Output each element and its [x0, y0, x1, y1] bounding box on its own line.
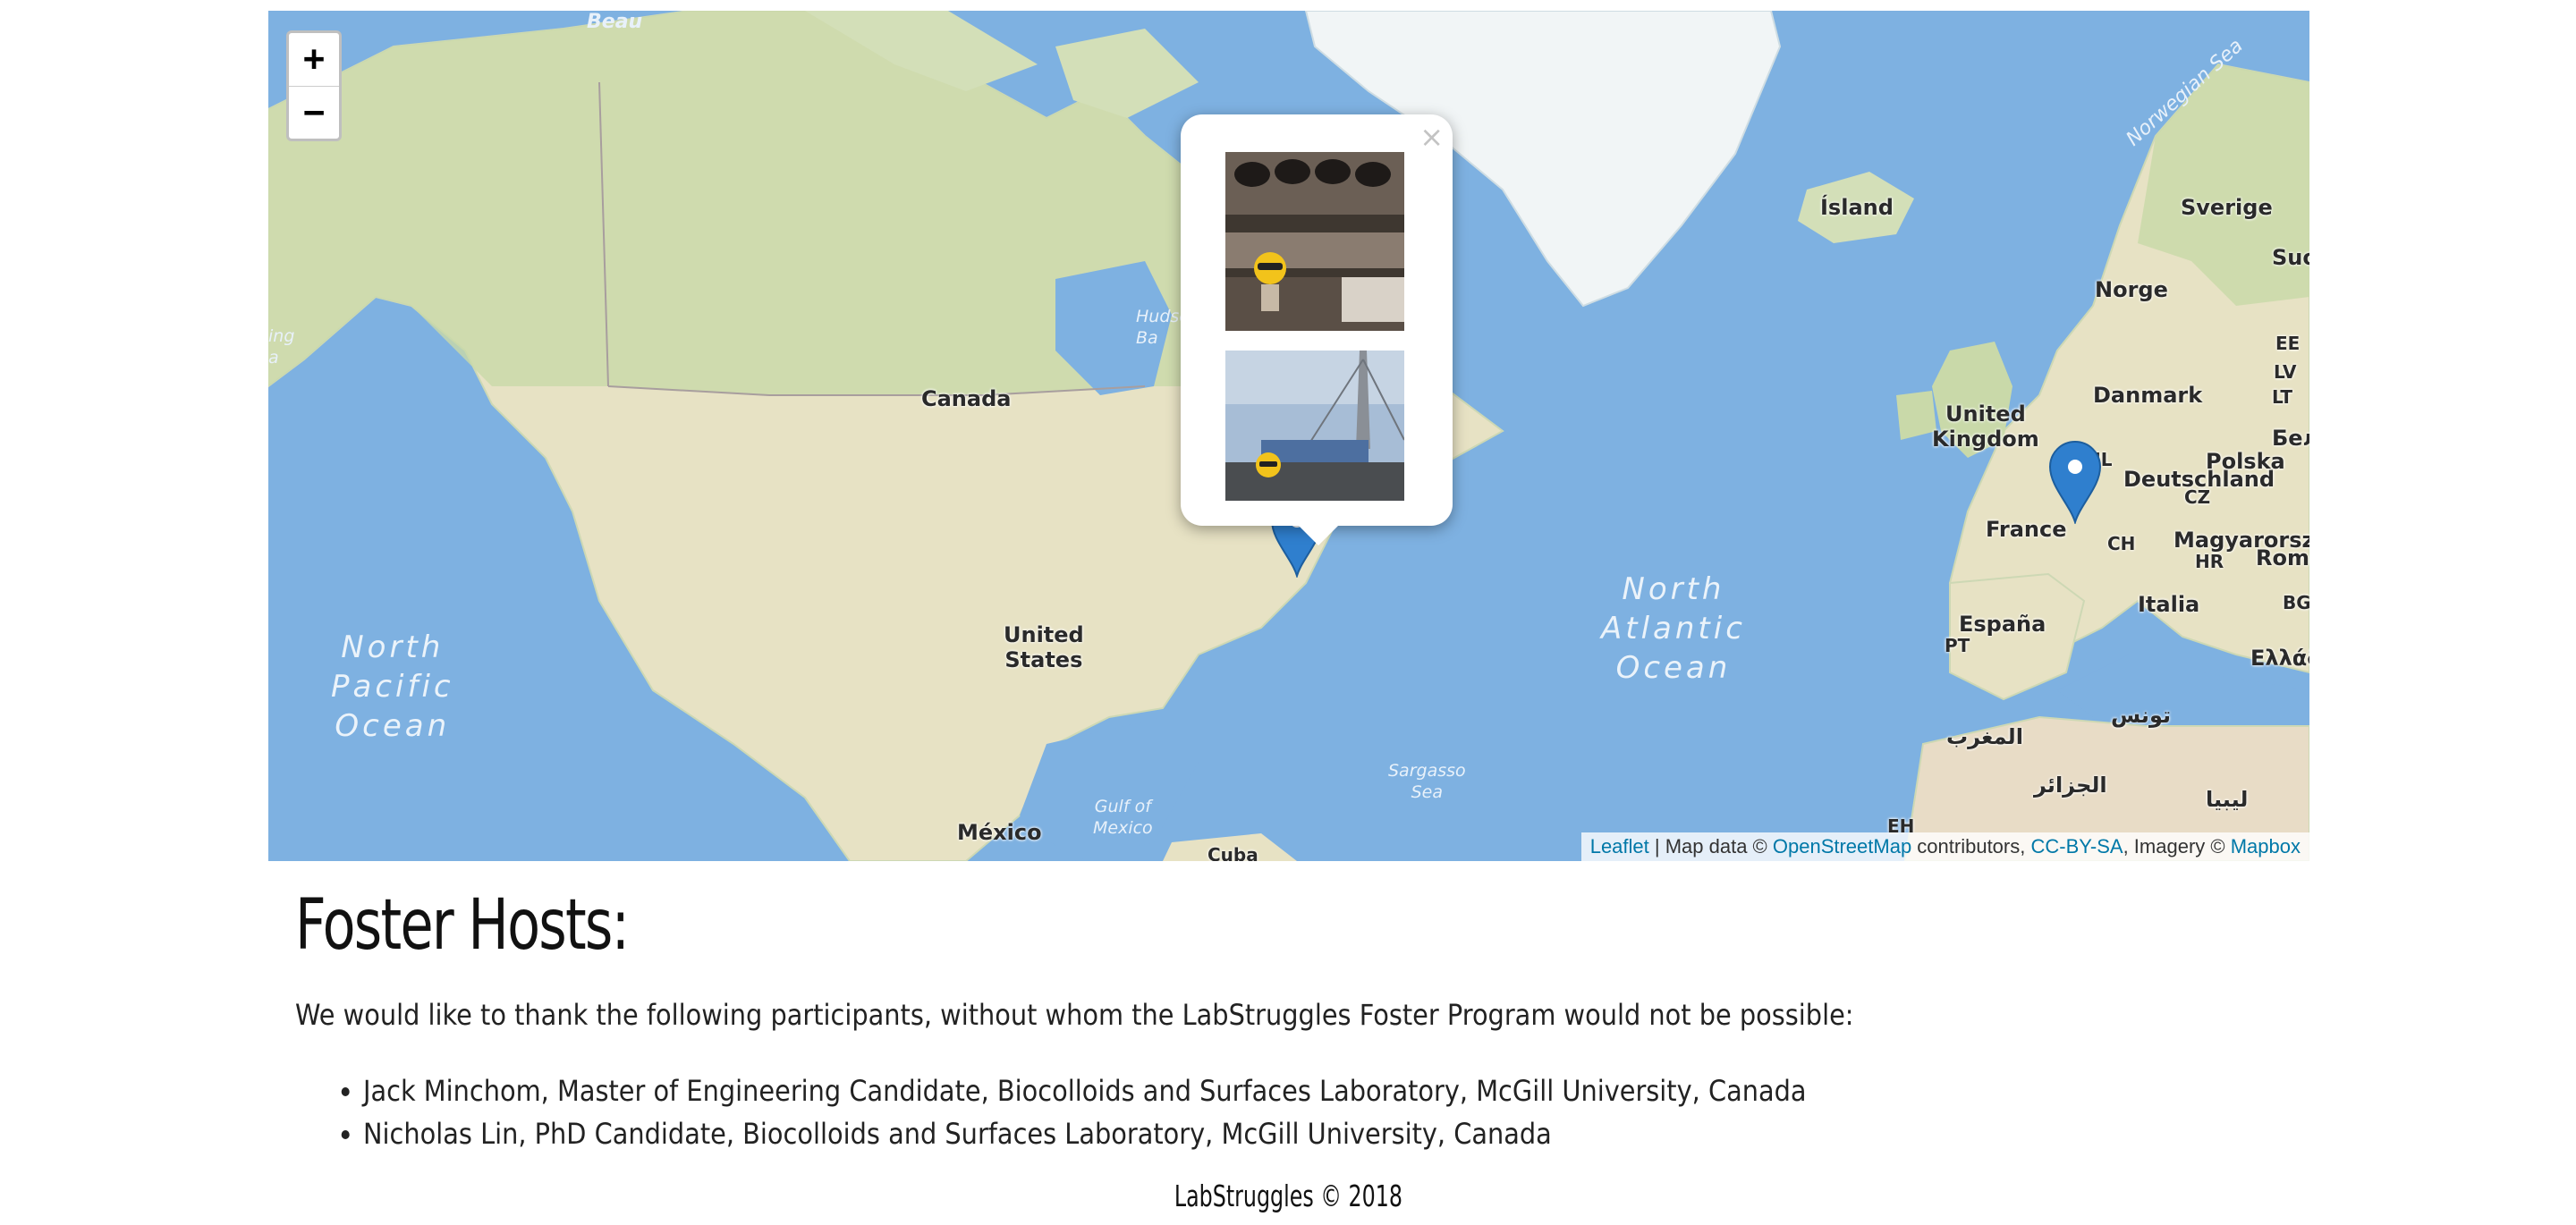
map-label-lt: LT: [2272, 386, 2293, 408]
hosts-list: Jack Minchom, Master of Engineering Cand…: [331, 1069, 1807, 1155]
map-label-beaufort: Beau: [587, 11, 643, 33]
map-marker-icon[interactable]: [2048, 440, 2102, 524]
license-link[interactable]: CC-BY-SA: [2030, 835, 2123, 858]
popup-photo-lab[interactable]: [1225, 152, 1404, 331]
map-label-pt: PT: [1945, 635, 1970, 656]
map-label-mexico: México: [957, 820, 1042, 845]
map-label-libya: ليبيا: [2206, 787, 2249, 812]
attrib-text-3: , Imagery ©: [2123, 835, 2231, 858]
map-label-united-states: United States: [1004, 622, 1084, 672]
popup-photo-bridge[interactable]: [1225, 351, 1404, 501]
map-attribution: Leaflet | Map data © OpenStreetMap contr…: [1580, 832, 2309, 861]
map-label-denmark: Danmark: [2093, 383, 2203, 408]
map-label-algeria: الجزائر: [2034, 773, 2107, 798]
osm-link[interactable]: OpenStreetMap: [1773, 835, 1911, 858]
list-item: Nicholas Lin, PhD Candidate, Biocolloids…: [363, 1112, 1807, 1155]
list-item: Jack Minchom, Master of Engineering Cand…: [363, 1069, 1807, 1112]
map-label-spain: España: [1959, 612, 2046, 637]
map-label-ch: CH: [2107, 533, 2136, 554]
leaflet-link[interactable]: Leaflet: [1590, 835, 1649, 858]
map-label-romania-partial: Româ: [2256, 545, 2309, 570]
map-label-north-atlantic: North Atlantic Ocean: [1601, 571, 1746, 686]
attrib-text-1: | Map data ©: [1648, 835, 1773, 858]
map-label-bg: BG: [2283, 592, 2309, 613]
popup-close-button[interactable]: ×: [1419, 120, 1444, 154]
footer-text: LabStruggles © 2018: [1174, 1179, 1402, 1213]
map-label-gulf-of-mexico: Gulf of Mexico: [1093, 797, 1153, 838]
map-label-north-pacific: North Pacific Ocean: [331, 629, 454, 744]
map-label-belarus-partial: Бел: [2272, 426, 2309, 451]
page-title: Foster Hosts:: [295, 885, 630, 966]
map-label-tunisia: تونس: [2111, 703, 2171, 728]
map-label-poland: Polska: [2206, 449, 2285, 474]
intro-text: We would like to thank the following par…: [295, 998, 1854, 1032]
map-label-finland-partial: Suo: [2272, 245, 2309, 270]
footer: LabStruggles © 2018: [0, 1179, 2576, 1213]
map-label-sargasso: Sargasso Sea: [1388, 761, 1466, 802]
map-label-morocco: المغرب: [1946, 724, 2023, 749]
zoom-out-button[interactable]: −: [289, 87, 339, 139]
map-label-canada: Canada: [921, 386, 1012, 411]
map-label-cz: CZ: [2184, 486, 2211, 508]
popup-tip: [1297, 524, 1340, 545]
map-label-hr: HR: [2195, 551, 2224, 572]
map-label-cuba: Cuba: [1208, 844, 1258, 861]
map-label-norway: Norge: [2095, 277, 2168, 302]
zoom-control: + −: [286, 30, 342, 141]
attrib-text-2: contributors,: [1911, 835, 2031, 858]
map-label-iceland: Ísland: [1820, 195, 1894, 220]
marker-popup: ×: [1181, 114, 1453, 545]
map-label-bering-partial: ing a: [268, 326, 295, 368]
map-label-lv: LV: [2274, 361, 2297, 383]
map-label-sweden: Sverige: [2181, 195, 2273, 220]
map-label-italy: Italia: [2138, 592, 2200, 617]
zoom-in-button[interactable]: +: [289, 33, 339, 87]
map-label-greece: Ελλάδα: [2250, 646, 2309, 671]
map-label-ee: EE: [2275, 333, 2301, 354]
map[interactable]: Beau ing a Canada Hudso Ba United States…: [268, 11, 2309, 861]
mapbox-link[interactable]: Mapbox: [2231, 835, 2301, 858]
map-label-united-kingdom: United Kingdom: [1932, 401, 2039, 452]
